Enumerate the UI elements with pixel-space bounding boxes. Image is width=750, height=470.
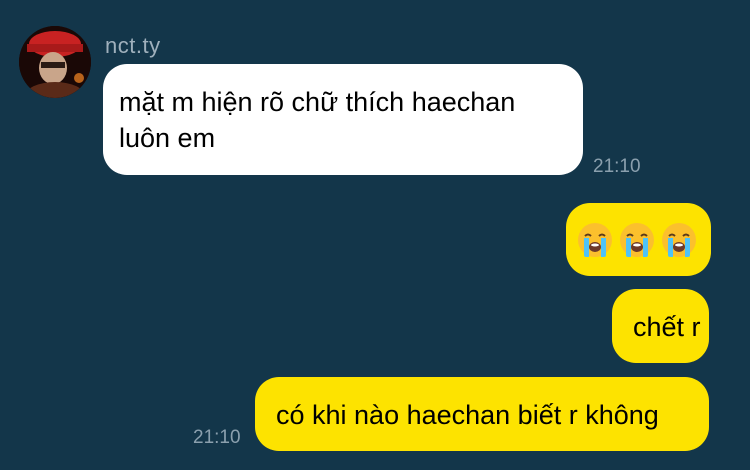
outgoing-message-bubble[interactable]: có khi nào haechan biết r không (255, 377, 709, 451)
message-text: có khi nào haechan biết r không (276, 400, 659, 430)
message-text: chết r (633, 312, 701, 342)
loudly-crying-face-icon (576, 221, 614, 259)
incoming-message-bubble[interactable]: mặt m hiện rõ chữ thích haechan luôn em (103, 64, 583, 175)
message-text: mặt m hiện rõ chữ thích haechan luôn em (119, 87, 516, 153)
contact-name: nct.ty (105, 33, 161, 58)
loudly-crying-face-icon (618, 221, 656, 259)
outgoing-message-bubble[interactable]: chết r (612, 289, 709, 363)
contact-avatar[interactable] (19, 26, 91, 98)
loudly-crying-face-icon (660, 221, 698, 259)
outgoing-emoji-bubble[interactable] (566, 203, 711, 276)
message-timestamp: 21:10 (593, 156, 641, 177)
message-timestamp: 21:10 (193, 427, 241, 448)
